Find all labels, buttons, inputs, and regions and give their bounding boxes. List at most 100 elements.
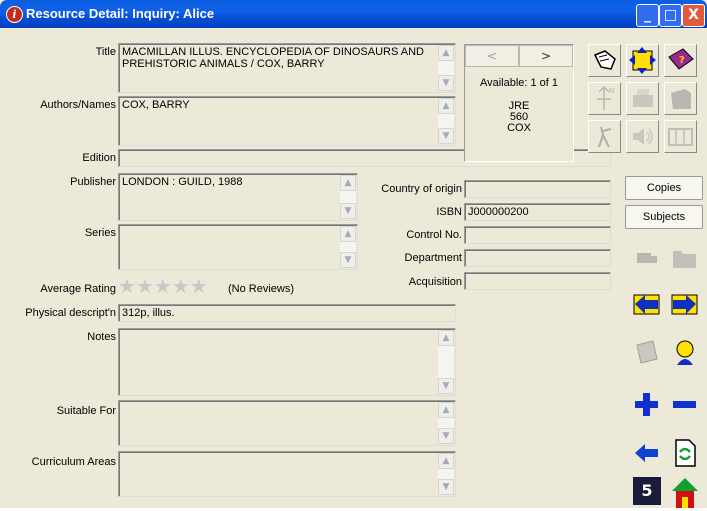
scroll-up-icon[interactable]: ▲ (340, 175, 356, 191)
title-label: Title (95, 46, 116, 58)
next-arrow-icon (671, 294, 698, 315)
scroll-down-icon[interactable]: ▼ (438, 378, 454, 394)
scroll-down-icon[interactable]: ▼ (438, 75, 454, 91)
curriculum-areas-field[interactable] (118, 451, 456, 497)
scanner-icon (633, 89, 653, 107)
acquisition-label: Acquisition (408, 276, 462, 288)
folder-button[interactable] (668, 240, 701, 273)
help-book-icon: ? (668, 48, 694, 70)
back-arrow-icon (635, 444, 658, 462)
curriculum-areas-label: Curriculum Areas (31, 456, 116, 468)
scroll-up-icon[interactable]: ▲ (438, 402, 454, 418)
call-number-line: COX (507, 122, 531, 134)
acquisition-field[interactable] (464, 272, 611, 290)
scanner-button[interactable] (626, 82, 659, 115)
star-icon: ★ (171, 274, 190, 298)
country-label: Country of origin (381, 183, 462, 195)
authors-field[interactable]: COX, BARRY (118, 96, 456, 146)
refresh-page-icon (675, 439, 696, 467)
notepad-button[interactable] (630, 336, 663, 369)
minimize-button[interactable]: _ (636, 4, 659, 27)
scroll-down-icon[interactable]: ▼ (438, 428, 454, 444)
scroll-up-icon[interactable]: ▲ (438, 98, 454, 114)
north-arrow-icon: N (597, 85, 614, 110)
average-rating-label: Average Rating (40, 283, 116, 295)
call-number: JRE 560 COX (465, 101, 573, 134)
home-button[interactable] (668, 474, 701, 508)
book-grey-button[interactable] (664, 82, 697, 115)
move-arrows-button[interactable] (626, 44, 659, 77)
folder-icon (673, 251, 696, 268)
person-button[interactable] (588, 120, 621, 153)
page-five-button[interactable]: 5 (630, 474, 663, 508)
control-no-field[interactable] (464, 226, 611, 244)
department-label: Department (404, 252, 462, 264)
department-field[interactable] (464, 249, 611, 267)
isbn-field[interactable]: J000000200 (464, 203, 611, 221)
user-profile-button[interactable] (668, 336, 701, 369)
refresh-button[interactable] (668, 436, 701, 469)
control-no-label: Control No. (406, 229, 462, 241)
svg-text:?: ? (679, 55, 685, 66)
audio-button[interactable] (626, 120, 659, 153)
availability-text: Available: 1 of 1 (479, 77, 559, 89)
physical-description-label: Physical descript'n (25, 307, 116, 319)
scroll-up-icon[interactable]: ▲ (438, 45, 454, 61)
title-scrollbar[interactable]: ▲ ▼ (438, 45, 454, 91)
publisher-scrollbar[interactable]: ▲ ▼ (340, 175, 356, 219)
suitable-for-field[interactable] (118, 400, 456, 446)
svg-text:N: N (609, 87, 614, 95)
suitable-for-label: Suitable For (56, 405, 116, 417)
film-button[interactable] (664, 120, 697, 153)
next-record-button[interactable] (668, 288, 701, 321)
hand-pointer-button[interactable] (588, 44, 621, 77)
next-copy-button[interactable]: > (519, 45, 573, 67)
scroll-down-icon[interactable]: ▼ (340, 252, 356, 268)
notes-label: Notes (87, 331, 116, 343)
remove-button[interactable] (668, 388, 701, 421)
series-scrollbar[interactable]: ▲ ▼ (340, 226, 356, 268)
series-field[interactable] (118, 224, 358, 270)
back-button[interactable] (630, 436, 663, 469)
speaker-icon (633, 128, 653, 145)
north-compass-button[interactable]: N (588, 82, 621, 115)
authors-scrollbar[interactable]: ▲ ▼ (438, 98, 454, 144)
scroll-down-icon[interactable]: ▼ (438, 479, 454, 495)
physical-description-field[interactable]: 312p, illus. (118, 304, 456, 322)
move-arrows-icon (629, 47, 656, 74)
notes-field[interactable] (118, 328, 456, 396)
minus-icon (673, 401, 696, 408)
country-field[interactable] (464, 180, 611, 198)
publisher-field[interactable]: LONDON : GUILD, 1988 (118, 173, 358, 221)
publisher-label: Publisher (70, 176, 116, 188)
previous-copy-button[interactable]: < (465, 45, 519, 67)
page-number-icon: 5 (633, 477, 661, 505)
authors-label: Authors/Names (40, 99, 116, 111)
star-icon: ★ (153, 274, 172, 298)
hand-pointer-icon (593, 50, 616, 70)
truck-button[interactable] (630, 240, 663, 273)
scroll-down-icon[interactable]: ▼ (340, 203, 356, 219)
plus-icon (635, 393, 658, 416)
rating-stars: ★★★★★ (118, 276, 208, 296)
scroll-up-icon[interactable]: ▲ (438, 330, 454, 346)
previous-record-button[interactable] (630, 288, 663, 321)
scroll-up-icon[interactable]: ▲ (340, 226, 356, 242)
subjects-button[interactable]: Subjects (625, 205, 703, 229)
film-strip-icon (668, 128, 693, 146)
window-title: Resource Detail: Inquiry: Alice (26, 6, 215, 21)
scroll-down-icon[interactable]: ▼ (438, 128, 454, 144)
curriculum-areas-scrollbar[interactable]: ▲ ▼ (438, 453, 454, 495)
notes-scrollbar[interactable]: ▲ ▼ (438, 330, 454, 394)
add-button[interactable] (630, 388, 663, 421)
info-icon: i (6, 6, 23, 23)
scroll-up-icon[interactable]: ▲ (438, 453, 454, 469)
suitable-for-scrollbar[interactable]: ▲ ▼ (438, 402, 454, 444)
book-icon (671, 89, 691, 109)
copies-button[interactable]: Copies (625, 176, 703, 200)
close-button[interactable]: X (682, 4, 705, 27)
help-book-button[interactable]: ? (664, 44, 697, 77)
maximize-button[interactable]: □ (659, 4, 682, 27)
title-field[interactable]: MACMILLAN ILLUS. ENCYCLOPEDIA OF DINOSAU… (118, 43, 456, 93)
title-bar[interactable]: i Resource Detail: Inquiry: Alice _ □ X (0, 0, 707, 28)
